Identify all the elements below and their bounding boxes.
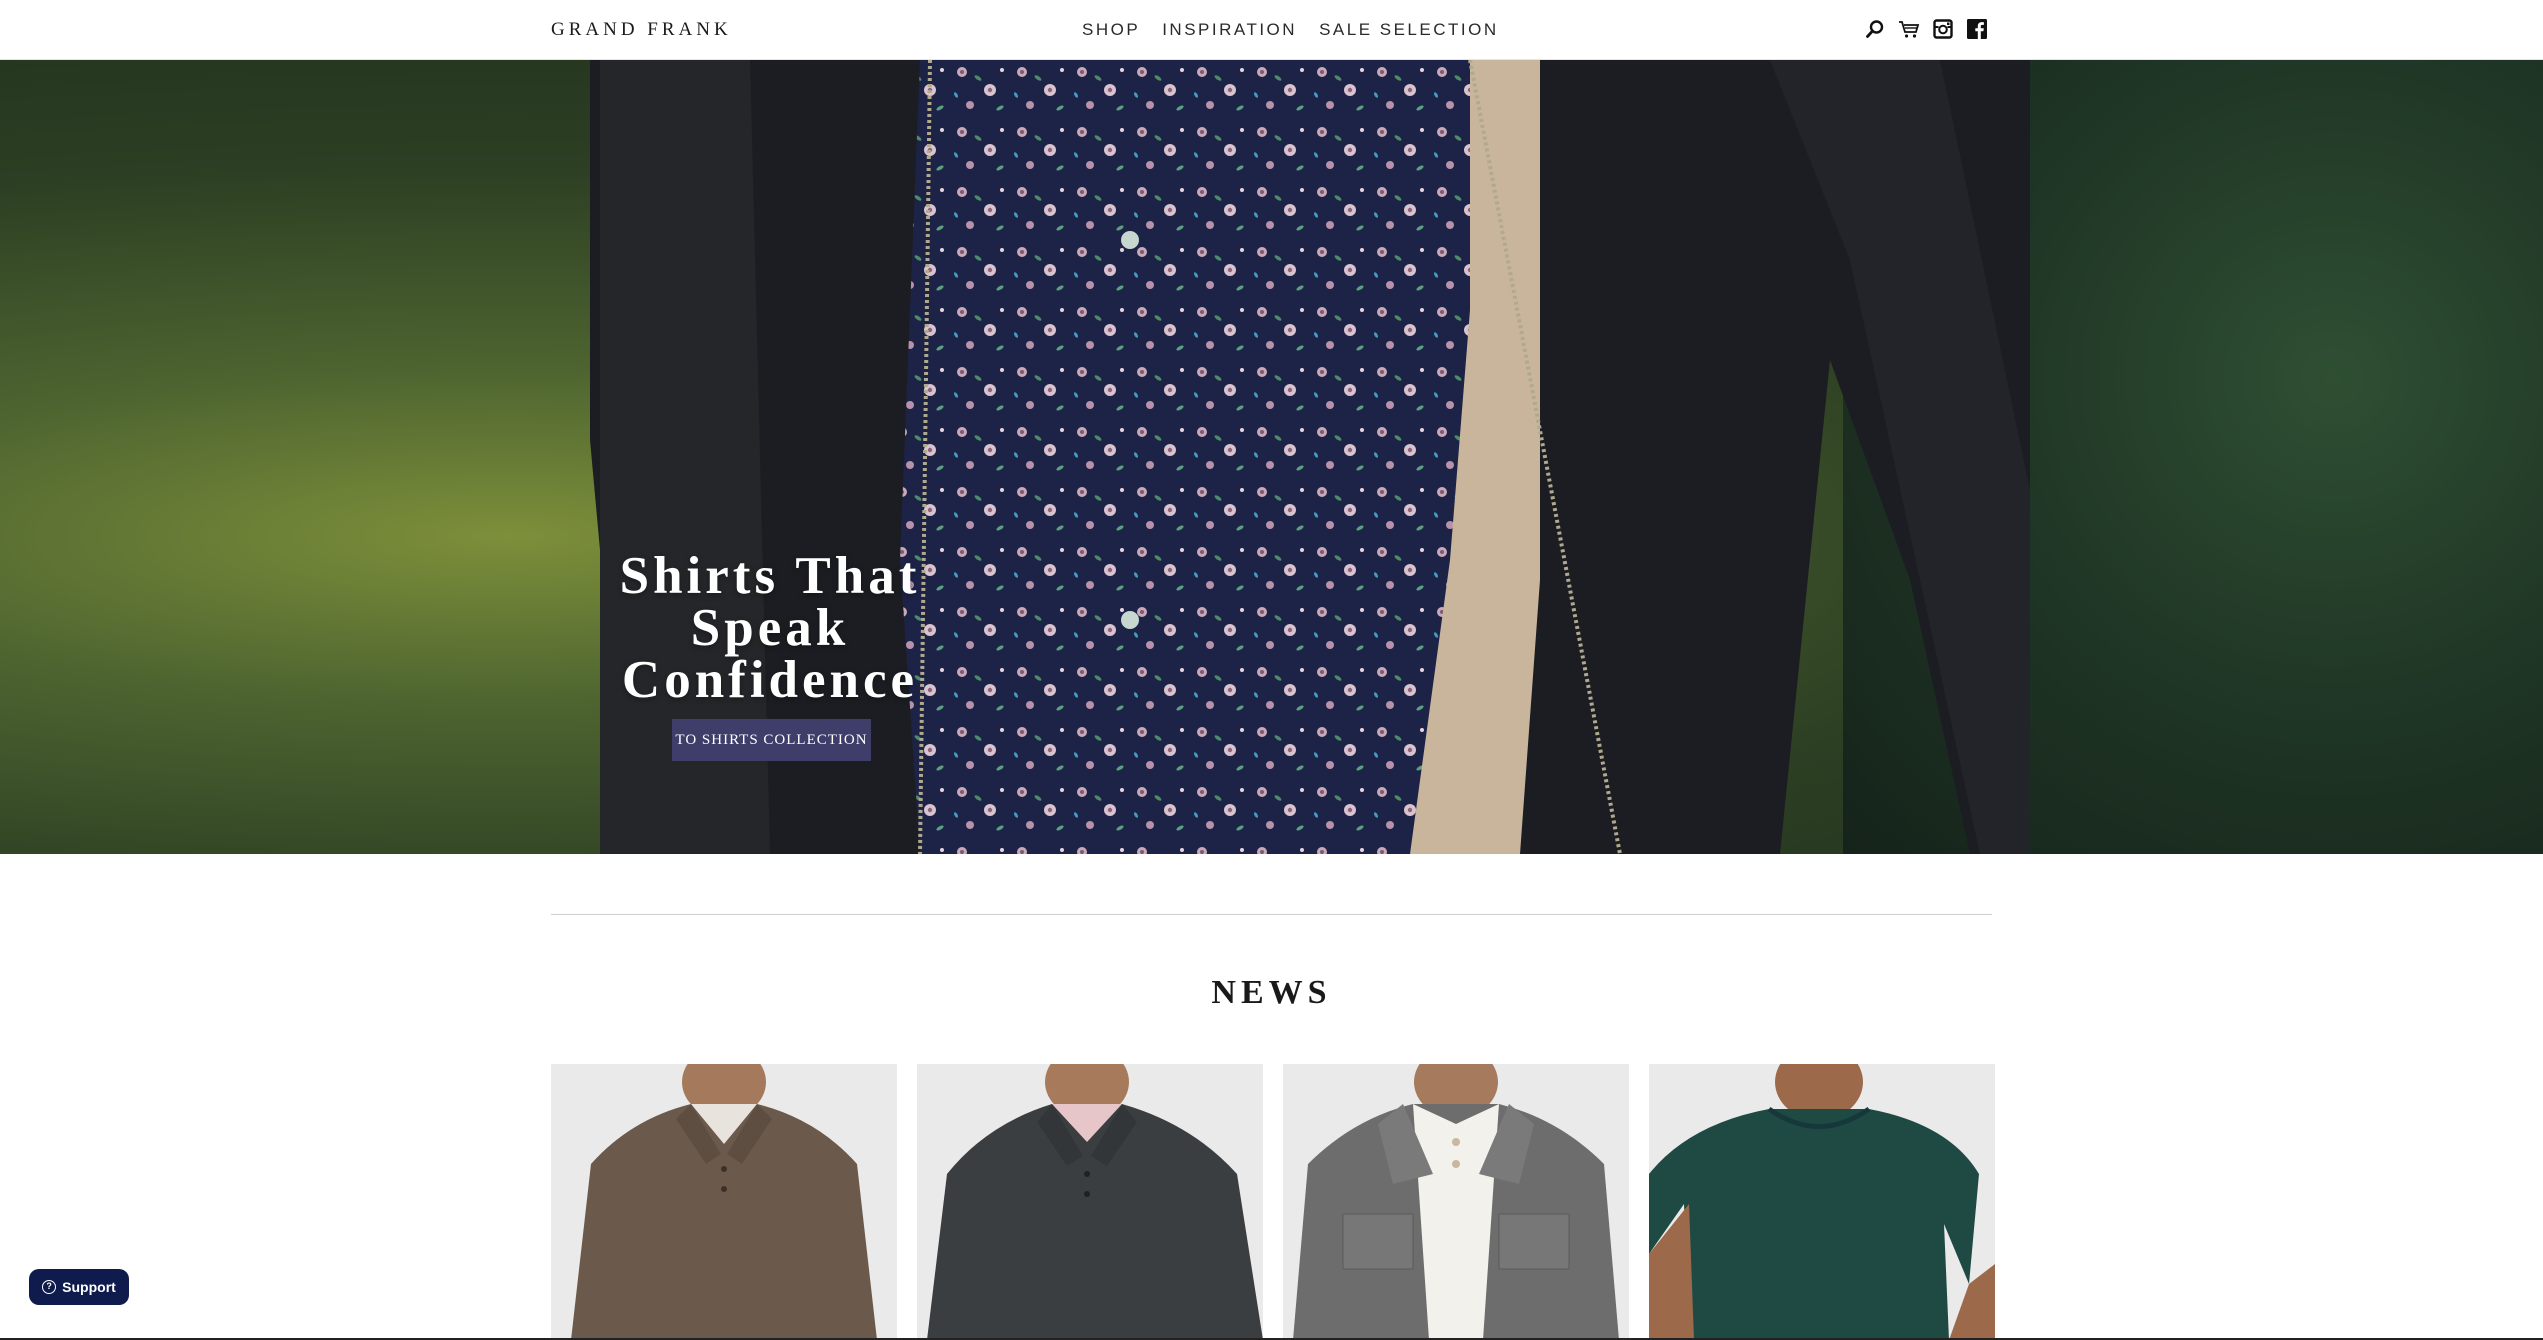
search-icon[interactable] bbox=[1864, 18, 1886, 40]
product-card[interactable] bbox=[1649, 1064, 1995, 1340]
news-heading: NEWS bbox=[1211, 974, 1332, 1011]
nav-shop[interactable]: SHOP bbox=[1082, 20, 1140, 40]
facebook-icon[interactable] bbox=[1966, 18, 1988, 40]
product-image-suede-jacket bbox=[1283, 1064, 1629, 1340]
logo[interactable]: GRAND FRANK bbox=[551, 19, 732, 41]
shirts-collection-button[interactable]: TO SHIRTS COLLECTION bbox=[672, 719, 871, 761]
hero-title-line-2: Speak bbox=[690, 599, 850, 657]
hero-title-bold: Shirts bbox=[619, 547, 780, 605]
product-card[interactable] bbox=[917, 1064, 1263, 1340]
support-label: Support bbox=[62, 1279, 116, 1295]
hero-title-line-3: Confidence bbox=[621, 651, 919, 709]
instagram-icon[interactable] bbox=[1932, 18, 1954, 40]
support-button[interactable]: ? Support bbox=[29, 1269, 129, 1305]
cart-icon[interactable] bbox=[1898, 18, 1920, 40]
site-header: GRAND FRANK SHOP INSPIRATION SALE SELECT… bbox=[0, 0, 2543, 60]
hero-title: Shirts That Speak Confidence bbox=[560, 547, 980, 709]
product-card[interactable] bbox=[1283, 1064, 1629, 1340]
header-icons bbox=[1864, 18, 1988, 40]
nav-inspiration[interactable]: INSPIRATION bbox=[1162, 20, 1297, 40]
product-card[interactable] bbox=[551, 1064, 897, 1340]
product-image-grey-polo bbox=[917, 1064, 1263, 1340]
help-icon: ? bbox=[42, 1280, 57, 1294]
product-image-brown-polo bbox=[551, 1064, 897, 1340]
main-nav: SHOP INSPIRATION SALE SELECTION bbox=[1082, 20, 1499, 40]
hero-title-rest: That bbox=[779, 547, 921, 605]
product-image-green-tshirt bbox=[1649, 1064, 1995, 1340]
news-product-list bbox=[551, 1064, 1995, 1340]
nav-sale-selection[interactable]: SALE SELECTION bbox=[1319, 20, 1499, 40]
hero-banner: Shirts That Speak Confidence bbox=[0, 60, 2543, 854]
section-divider bbox=[551, 914, 1992, 915]
